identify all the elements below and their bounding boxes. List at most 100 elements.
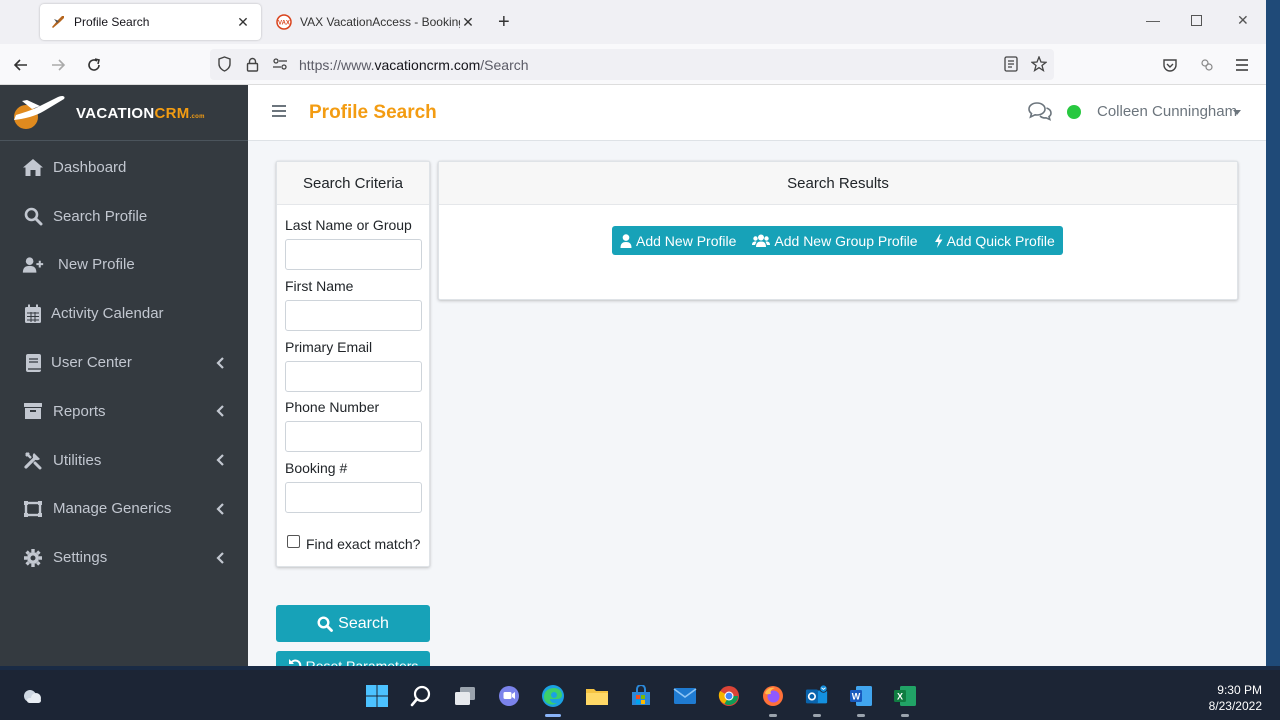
- brand-name: VACATIONCRM.com: [76, 105, 205, 122]
- brand-logo-link[interactable]: VACATIONCRM.com: [0, 85, 248, 141]
- permissions-icon[interactable]: [272, 56, 288, 72]
- outlook-icon[interactable]: [805, 684, 829, 708]
- search-criteria-title: Search Criteria: [277, 162, 429, 205]
- tab-vax-booking[interactable]: VAX VAX VacationAccess - Booking Engine …: [266, 4, 486, 40]
- bookmark-star-icon[interactable]: [1031, 56, 1047, 72]
- sidebar-item-search-profile[interactable]: Search Profile: [0, 192, 248, 241]
- sidebar-item-dashboard[interactable]: Dashboard: [0, 143, 248, 192]
- tab-profile-search[interactable]: Profile Search ✕: [40, 4, 261, 40]
- sidebar-toggle-icon[interactable]: [272, 105, 286, 120]
- close-tab-icon[interactable]: ✕: [235, 14, 251, 31]
- app-viewport: VACATIONCRM.com Dashboard Search Profile: [0, 85, 1266, 666]
- edge-browser-icon[interactable]: [541, 684, 565, 708]
- search-results-title: Search Results: [439, 162, 1237, 205]
- chevron-left-icon: [216, 356, 224, 369]
- chevron-left-icon: [216, 503, 224, 515]
- maximize-icon[interactable]: [1191, 13, 1202, 29]
- windows-taskbar: W X 9:30 PM 8/23/2022: [0, 670, 1280, 720]
- forward-icon[interactable]: [48, 55, 68, 75]
- sidebar-item-activity-calendar[interactable]: Activity Calendar: [0, 289, 248, 338]
- add-new-group-profile-label: Add New Group Profile: [774, 232, 918, 249]
- back-icon[interactable]: [11, 55, 31, 75]
- add-new-profile-label: Add New Profile: [636, 232, 737, 249]
- reload-icon[interactable]: [84, 55, 104, 75]
- svg-text:X: X: [897, 692, 903, 702]
- brand-suffix: .com: [189, 114, 205, 120]
- microsoft-store-icon[interactable]: [629, 684, 653, 708]
- add-new-profile-button[interactable]: Add New Profile: [612, 226, 744, 255]
- first-name-input[interactable]: [285, 300, 422, 331]
- task-view-icon[interactable]: [453, 684, 477, 708]
- navigation-toolbar: https://www.vacationcrm.com/Search: [0, 44, 1266, 85]
- file-explorer-icon[interactable]: [585, 684, 609, 708]
- word-icon[interactable]: W: [849, 684, 873, 708]
- exact-match-checkbox[interactable]: [287, 535, 300, 548]
- sidebar: VACATIONCRM.com Dashboard Search Profile: [0, 85, 248, 666]
- brand-name-orange: CRM: [154, 105, 190, 122]
- home-icon: [22, 156, 44, 178]
- close-tab-icon[interactable]: ✕: [460, 14, 476, 31]
- address-bar[interactable]: https://www.vacationcrm.com/Search: [210, 49, 1054, 80]
- booking-number-input[interactable]: [285, 482, 422, 513]
- add-quick-profile-button[interactable]: Add Quick Profile: [926, 226, 1063, 255]
- sidebar-item-manage-generics[interactable]: Manage Generics: [0, 485, 248, 534]
- tools-icon: [22, 449, 44, 471]
- shield-icon[interactable]: [216, 56, 232, 72]
- running-app-indicator: [901, 714, 909, 717]
- bolt-icon: [934, 233, 943, 248]
- chevron-left-icon: [216, 454, 224, 466]
- search-icon: [22, 205, 44, 227]
- excel-icon[interactable]: X: [893, 684, 917, 708]
- new-tab-icon[interactable]: +: [498, 12, 510, 32]
- sidebar-item-utilities[interactable]: Utilities: [0, 436, 248, 485]
- running-app-indicator: [857, 714, 865, 717]
- exact-match-label[interactable]: Find exact match?: [306, 536, 420, 552]
- url-text[interactable]: https://www.vacationcrm.com/Search: [299, 57, 529, 73]
- undo-icon: [288, 659, 301, 666]
- primary-email-input[interactable]: [285, 361, 422, 392]
- reset-parameters-label: Reset Parameters: [305, 658, 419, 666]
- search-icon: [317, 615, 334, 632]
- extensions-icon[interactable]: [1197, 55, 1217, 75]
- add-profile-button-group: Add New Profile Add New Group Profile Ad…: [612, 226, 1063, 255]
- last-name-label: Last Name or Group: [285, 217, 412, 233]
- sidebar-item-label: New Profile: [58, 256, 135, 274]
- reset-parameters-button[interactable]: Reset Parameters: [276, 651, 430, 666]
- firefox-icon[interactable]: [761, 684, 785, 708]
- phone-number-input[interactable]: [285, 421, 422, 452]
- brand-name-white: VACATION: [76, 105, 155, 122]
- pocket-icon[interactable]: [1160, 55, 1180, 75]
- window-close-icon[interactable]: ✕: [1237, 12, 1249, 29]
- url-domain: vacationcrm.com: [374, 57, 481, 73]
- calendar-icon: [22, 303, 44, 325]
- sidebar-item-label: Activity Calendar: [51, 305, 164, 323]
- sidebar-item-settings[interactable]: Settings: [0, 533, 248, 582]
- desktop-background: [1266, 0, 1280, 666]
- sidebar-item-reports[interactable]: Reports: [0, 387, 248, 436]
- lock-icon[interactable]: [244, 56, 260, 72]
- add-new-group-profile-button[interactable]: Add New Group Profile: [744, 226, 925, 255]
- svg-text:VAX: VAX: [278, 21, 290, 27]
- caret-down-icon[interactable]: [1233, 110, 1241, 115]
- url-prefix: https://www.: [299, 57, 375, 73]
- menu-hamburger-icon[interactable]: [1232, 55, 1252, 75]
- system-clock[interactable]: 9:30 PM 8/23/2022: [1209, 682, 1262, 714]
- reader-view-icon[interactable]: [1003, 56, 1019, 72]
- chat-icon[interactable]: [1028, 101, 1052, 126]
- search-button[interactable]: Search: [276, 605, 430, 642]
- sidebar-item-label: Dashboard: [53, 158, 127, 176]
- add-quick-profile-label: Add Quick Profile: [946, 232, 1055, 249]
- taskbar-search-icon[interactable]: [409, 684, 433, 708]
- sidebar-item-user-center[interactable]: User Center: [0, 338, 248, 387]
- minimize-icon[interactable]: —: [1146, 12, 1160, 28]
- teams-chat-icon[interactable]: [497, 684, 521, 708]
- mail-icon[interactable]: [673, 684, 697, 708]
- plane-favicon-icon: [50, 14, 66, 30]
- windows-start-icon[interactable]: [365, 684, 389, 708]
- sidebar-item-new-profile[interactable]: New Profile: [0, 241, 248, 290]
- active-app-indicator: [545, 714, 561, 717]
- weather-icon[interactable]: [21, 684, 45, 708]
- chrome-icon[interactable]: [717, 684, 741, 708]
- user-menu[interactable]: Colleen Cunningham: [1097, 103, 1237, 120]
- last-name-input[interactable]: [285, 239, 422, 270]
